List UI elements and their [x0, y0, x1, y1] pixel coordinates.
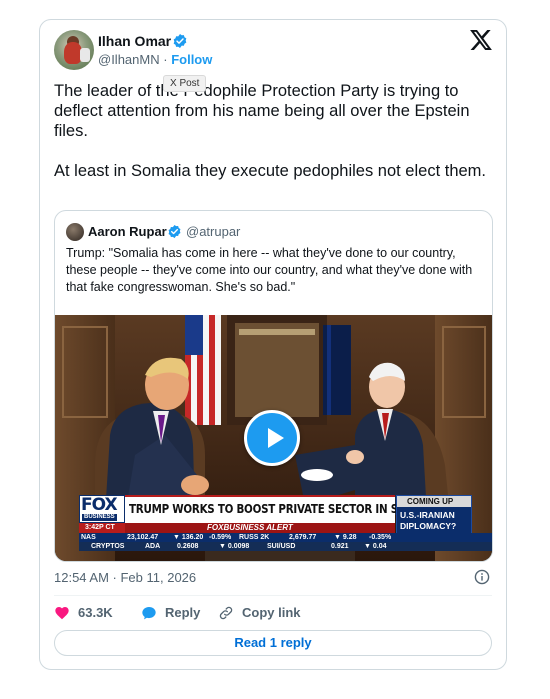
reply-button[interactable]: Reply	[141, 602, 211, 624]
ticker-russ-value: 2,679.77	[289, 534, 317, 541]
ticker-sui-label: SUI/USD	[267, 543, 296, 550]
read-replies-button[interactable]: Read 1 reply	[54, 630, 492, 656]
action-bar: 63.3K Reply Copy link	[54, 602, 492, 624]
copy-link-label: Copy link	[242, 605, 301, 620]
x-post-tooltip: X Post	[163, 75, 207, 92]
x-logo-icon[interactable]	[470, 30, 492, 50]
coming-up-label: COMING UP	[397, 496, 471, 507]
heart-icon	[55, 607, 69, 620]
ticker-row-1: NAS 23,102.47 ▼ 136.20 -0.59% RUSS 2K 2,…	[79, 533, 492, 542]
fox-logo-text: FOX	[81, 495, 118, 515]
quoted-post-text: Trump: "Somalia has come in here -- what…	[66, 246, 473, 294]
ticker-sui-value: 0.921	[331, 543, 349, 550]
ticker-russ-label: RUSS 2K	[239, 534, 270, 541]
ticker-russ-pct: -0.35%	[369, 534, 392, 541]
ticker-ada-value: 0.2608	[177, 543, 199, 550]
link-icon	[219, 606, 233, 620]
quoted-author-handle[interactable]: @atrupar	[186, 224, 240, 240]
handle-separator: ·	[163, 52, 168, 67]
post-text: The leader of the Pedophile Protection P…	[54, 82, 487, 180]
ticker-nas-pct: -0.59%	[209, 534, 232, 541]
quoted-author-avatar[interactable]	[66, 223, 84, 241]
reply-label: Reply	[165, 605, 201, 620]
ticker-cryptos-label: CRYPTOS	[91, 543, 125, 550]
ticker-russ-change: ▼ 9.28	[334, 534, 357, 541]
fox-logo-subtext: BUSINESS	[82, 514, 117, 521]
ticker-sui-change: ▼ 0.04	[364, 543, 387, 550]
ticker-ada-change: ▼ 0.0098	[219, 543, 250, 550]
play-icon	[268, 428, 284, 448]
copy-link-button[interactable]: Copy link	[218, 602, 318, 624]
verified-badge-icon	[173, 34, 187, 48]
broadcast-time: 3:42P CT	[79, 523, 125, 533]
ticker-nas-value: 23,102.47	[127, 534, 159, 541]
post-timestamp[interactable]: 12:54 AM · Feb 11, 2026	[54, 570, 196, 586]
video-thumbnail[interactable]: FOX BUSINESS TRUMP WORKS TO BOOST PRIVAT…	[55, 315, 492, 561]
author-name[interactable]: Ilhan Omar	[98, 33, 171, 50]
fox-business-logo: FOX BUSINESS	[79, 495, 125, 523]
quoted-author-name[interactable]: Aaron Rupar	[88, 224, 167, 240]
news-lower-third: FOX BUSINESS TRUMP WORKS TO BOOST PRIVAT…	[79, 495, 492, 561]
like-count: 63.3K	[78, 605, 113, 620]
ticker-row-2: CRYPTOS ADA 0.2608 ▼ 0.0098 SUI/USD 0.92…	[79, 542, 492, 551]
embedded-post-card: Ilhan Omar @IlhanMN · Follow The leader …	[39, 19, 507, 670]
alert-text: FOXBUSINESS ALERT	[207, 523, 293, 532]
author-avatar[interactable]	[54, 30, 94, 70]
alert-bar: FOXBUSINESS ALERT	[125, 523, 395, 533]
play-button[interactable]	[244, 410, 300, 466]
ticker-nas-change: ▼ 136.20	[173, 534, 204, 541]
divider	[54, 595, 492, 596]
info-icon[interactable]	[474, 569, 490, 585]
broadcast-time-text: 3:42P CT	[85, 524, 115, 531]
quoted-post[interactable]: Aaron Rupar @atrupar Trump: "Somalia has…	[54, 210, 493, 562]
author-handle-row: @IlhanMN · Follow	[98, 52, 212, 68]
follow-button[interactable]: Follow	[171, 52, 212, 67]
coming-up-text: U.S.-IRANIAN DIPLOMACY?	[400, 510, 457, 531]
author-handle[interactable]: @IlhanMN	[98, 52, 160, 67]
ticker-ada-label: ADA	[145, 543, 161, 550]
like-button[interactable]: 63.3K	[54, 602, 124, 624]
quoted-verified-badge-icon	[168, 224, 181, 239]
headline-bar: TRUMP WORKS TO BOOST PRIVATE SECTOR IN S…	[125, 495, 472, 523]
reply-bubble-icon	[142, 607, 156, 620]
ticker-nas-label: NAS	[81, 534, 96, 541]
